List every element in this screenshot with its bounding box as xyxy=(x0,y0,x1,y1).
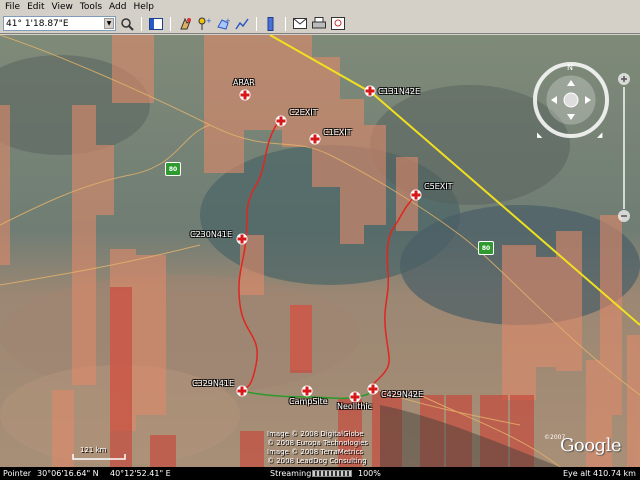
print-icon xyxy=(312,17,326,29)
placemark-label: C230N41E xyxy=(190,230,233,239)
toolbar-separator xyxy=(141,16,142,31)
add-path-icon xyxy=(235,18,249,29)
menu-add[interactable]: Add xyxy=(107,0,131,14)
red-cross-icon xyxy=(301,385,313,397)
placemark-label: C429N42E xyxy=(381,390,424,399)
red-cross-icon xyxy=(364,85,376,97)
road-sign-icon[interactable]: 80 xyxy=(478,241,494,255)
ruler-icon xyxy=(267,16,274,31)
attribution-line: Image © 2008 TerraMetrics xyxy=(267,448,364,456)
pointer-latitude: 30°06'16.64" N xyxy=(37,469,99,478)
hand-tool-button[interactable] xyxy=(177,16,193,32)
menu-edit[interactable]: Edit xyxy=(25,0,49,14)
placemark-c230n41e[interactable]: C230N41E xyxy=(190,230,248,245)
streaming-progress xyxy=(312,470,352,477)
red-cross-icon xyxy=(239,89,251,101)
placemark-label: C1EXIT xyxy=(323,128,352,137)
fly-to-input[interactable] xyxy=(4,17,104,30)
menu-file[interactable]: File xyxy=(3,0,25,14)
look-around-icon[interactable] xyxy=(563,92,579,108)
menu-view[interactable]: View xyxy=(50,0,78,14)
zoom-slider[interactable] xyxy=(615,43,633,223)
placemark-label: C2EXIT xyxy=(289,108,318,117)
add-polygon-button[interactable]: + xyxy=(215,16,231,32)
placemark-campsite[interactable]: CampSite xyxy=(289,385,328,406)
toolbar-separator xyxy=(285,16,286,31)
red-cross-icon xyxy=(236,385,248,397)
placemark-neolithic[interactable]: Neolithic xyxy=(337,391,372,411)
placemark-c2exit[interactable]: C2EXIT xyxy=(275,108,317,127)
placemark-label: Neolithic xyxy=(337,402,373,411)
add-placemark-button[interactable]: + xyxy=(196,16,212,32)
placemark-arar[interactable]: ARAR xyxy=(233,78,255,101)
view-in-maps-icon xyxy=(331,17,345,30)
menu-tools[interactable]: Tools xyxy=(78,0,107,14)
imagery-attribution: Image © 2008 DigitalGlobe © 2008 Europa … xyxy=(267,430,368,466)
road-sign-icon[interactable]: 80 xyxy=(165,162,181,176)
streaming-percent: 100% xyxy=(358,469,381,478)
google-logo: Google xyxy=(560,435,621,456)
search-go-button[interactable] xyxy=(119,16,135,32)
north-indicator-icon[interactable]: N xyxy=(567,63,573,72)
email-icon xyxy=(293,18,307,29)
eye-alt-value: 410.74 km xyxy=(593,469,636,478)
sidebar-toggle-icon xyxy=(149,17,163,30)
email-button[interactable] xyxy=(292,16,308,32)
toolbar-separator xyxy=(170,16,171,31)
status-bar: Pointer 30°06'16.64" N 40°12'52.41" E St… xyxy=(0,467,640,480)
add-polygon-icon: + xyxy=(217,17,230,30)
toolbar-separator xyxy=(256,16,257,31)
menu-help[interactable]: Help xyxy=(131,0,159,14)
search-go-icon xyxy=(121,17,134,31)
red-cross-icon xyxy=(367,383,379,395)
eye-alt-label: Eye alt xyxy=(563,469,591,478)
svg-text:◢: ◢ xyxy=(597,131,603,139)
attribution-line: © 2008 Europa Technologies xyxy=(267,439,369,447)
add-placemark-icon: + xyxy=(198,17,211,30)
red-cross-icon xyxy=(236,233,248,245)
toolbar: ▼ + + xyxy=(0,14,640,34)
add-path-button[interactable] xyxy=(234,16,250,32)
hand-tool-icon xyxy=(180,17,192,29)
navigation-control[interactable]: N ◣ ◢ xyxy=(533,59,609,141)
red-cross-icon xyxy=(309,133,321,145)
pointer-label: Pointer xyxy=(3,469,32,478)
placemark-label: C329N41E xyxy=(192,379,235,388)
pointer-longitude: 40°12'52.41" E xyxy=(110,469,171,478)
sidebar-toggle-button[interactable] xyxy=(148,16,164,32)
attribution-line: © 2008 LeadDog Consulting xyxy=(267,457,367,465)
view-in-maps-button[interactable] xyxy=(330,16,346,32)
attribution-line: Image © 2008 DigitalGlobe xyxy=(267,430,364,438)
history-dropdown-icon[interactable]: ▼ xyxy=(104,18,114,29)
svg-text:+: + xyxy=(225,17,230,25)
placemark-c329n41e[interactable]: C329N41E xyxy=(192,379,248,397)
scale-bar xyxy=(72,454,126,460)
placemark-label: C131N42E xyxy=(378,87,421,96)
map-view[interactable]: ARAR C2EXIT C1EXIT C131N42E C5EXIT C230N… xyxy=(0,35,640,467)
svg-text:+: + xyxy=(206,17,211,25)
placemark-label: CampSite xyxy=(289,397,328,406)
menu-bar: File Edit View Tools Add Help xyxy=(0,0,640,14)
ruler-button[interactable] xyxy=(263,16,279,32)
placemark-c131n42e[interactable]: C131N42E xyxy=(364,85,420,97)
red-cross-icon xyxy=(410,189,422,201)
red-cross-icon xyxy=(275,115,287,127)
placemark-c429n42e[interactable]: C429N42E xyxy=(367,383,423,399)
streaming-label: Streaming xyxy=(270,469,312,478)
placemark-c1exit[interactable]: C1EXIT xyxy=(309,128,351,145)
placemark-label: C5EXIT xyxy=(424,182,453,191)
placemark-label: ARAR xyxy=(233,78,255,87)
print-button[interactable] xyxy=(311,16,327,32)
placemark-c5exit[interactable]: C5EXIT xyxy=(410,182,452,201)
fly-to-box: ▼ xyxy=(3,16,116,31)
svg-text:◣: ◣ xyxy=(537,131,543,139)
